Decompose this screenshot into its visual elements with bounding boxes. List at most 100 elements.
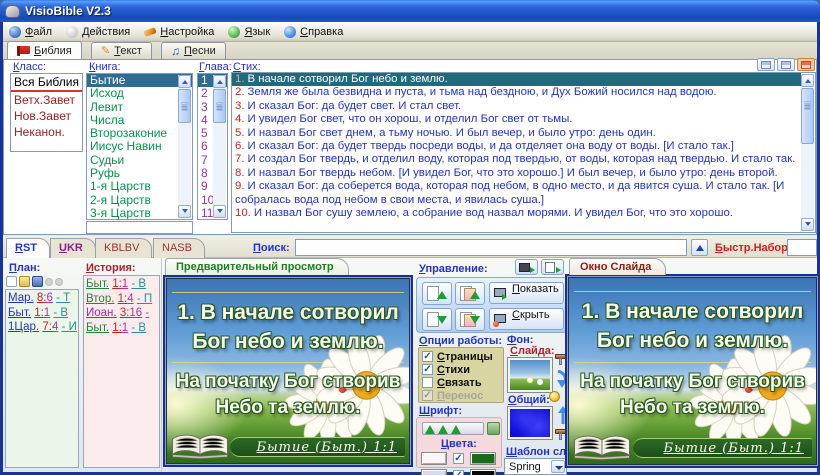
show-on-monitor-button[interactable] <box>515 259 538 275</box>
book-item[interactable]: Левит <box>87 101 192 114</box>
text-fill-swatch[interactable] <box>421 452 447 465</box>
title-bar[interactable]: VisioBible V2.3 <box>0 0 820 22</box>
menu-actions[interactable]: Действия <box>60 24 138 40</box>
scroll-up-icon[interactable] <box>178 75 191 88</box>
prev-verse-button[interactable] <box>455 282 485 305</box>
slide-template-select[interactable]: Spring <box>504 458 567 475</box>
scroll-thumb[interactable] <box>801 88 814 144</box>
option-pages[interactable]: ✓Страницы <box>422 350 503 363</box>
scroll-down-icon[interactable] <box>178 205 191 218</box>
font-increase-icon[interactable] <box>451 425 461 434</box>
hide-button[interactable]: Скрыть <box>489 308 564 330</box>
class-item[interactable]: Неканон. <box>11 124 82 140</box>
prev-page-button[interactable] <box>422 282 452 305</box>
book-item[interactable]: 1-я Царств <box>87 180 192 193</box>
book-item[interactable]: Второзаконие <box>87 127 192 140</box>
verse-item[interactable]: 4.И увидел Бог свет, что он хорош, и отд… <box>232 113 801 126</box>
class-item[interactable]: Вся Библия <box>11 74 82 92</box>
checkbox[interactable] <box>422 377 433 388</box>
font-increase-icon[interactable] <box>425 425 435 434</box>
shadow-color-swatch[interactable] <box>470 469 496 475</box>
option-link[interactable]: Связать <box>422 376 503 389</box>
history-item[interactable]: Иоан. 3:16 - <box>86 306 159 321</box>
new-plan-icon[interactable] <box>6 276 17 287</box>
verse-item[interactable]: 3.И сказал Бог: да будет свет. И стал св… <box>232 100 801 113</box>
scroll-up-icon[interactable] <box>213 75 226 88</box>
tab-songs[interactable]: ♫Песни <box>161 42 226 59</box>
slide-background-thumbnail[interactable] <box>507 357 553 393</box>
lightbulb-icon[interactable] <box>549 391 560 402</box>
scroll-up-icon[interactable] <box>801 74 814 87</box>
book-quick-input[interactable] <box>86 221 193 234</box>
save-plan-icon[interactable] <box>32 276 43 287</box>
plan-item[interactable]: Быт. 1:1 - В <box>8 306 78 321</box>
tab-bible[interactable]: Библия <box>7 41 82 59</box>
book-item[interactable]: Иисус Навин <box>87 140 192 153</box>
verse-item[interactable]: 10.И назвал Бог сушу землею, а собрание … <box>232 207 801 220</box>
book-item[interactable]: 2-я Царств <box>87 194 192 207</box>
tab-text[interactable]: ✎Текст <box>91 42 152 59</box>
verse-item[interactable]: 9.И сказал Бог: да соберется вода, котор… <box>232 180 801 207</box>
menu-help[interactable]: Справка <box>278 24 351 40</box>
plan-item[interactable]: 1Цар. 7:4 - И <box>8 320 78 335</box>
book-scrollbar[interactable] <box>178 75 191 218</box>
preview-tab[interactable]: Предварительный просмотр <box>165 258 349 275</box>
book-item[interactable]: Исход <box>87 87 192 100</box>
plan-item[interactable]: Мар. 8:6 - Т <box>8 291 78 306</box>
show-button[interactable]: Показать <box>489 282 564 304</box>
general-background-thumbnail[interactable] <box>507 406 553 440</box>
checkbox[interactable]: ✓ <box>422 351 433 362</box>
checkbox[interactable]: ✓ <box>453 453 464 464</box>
scroll-down-icon[interactable] <box>801 218 814 231</box>
menu-settings[interactable]: Настройка <box>138 24 222 40</box>
secondary-fill-swatch[interactable] <box>421 469 447 475</box>
search-up-button[interactable] <box>691 239 708 256</box>
translation-tab-rst[interactable]: RST <box>6 238 50 258</box>
search-input[interactable] <box>295 239 687 256</box>
verse-item[interactable]: 2.Земля же была безвидна и пуста, и тьма… <box>232 86 801 99</box>
outline-color-swatch[interactable] <box>470 452 496 465</box>
font-size-bar[interactable] <box>422 422 484 435</box>
font-increase-icon[interactable] <box>438 425 448 434</box>
open-plan-icon[interactable] <box>19 276 30 287</box>
translation-tab-nasb[interactable]: NASB <box>153 238 205 258</box>
book-item[interactable]: 3-я Царств <box>87 207 192 220</box>
slide-window-tab[interactable]: Окно Слайда <box>569 258 666 275</box>
checkbox[interactable]: ✓ <box>453 470 464 475</box>
scroll-thumb[interactable] <box>178 89 191 123</box>
translation-tab-kblbv[interactable]: KBLBV <box>95 238 152 258</box>
next-verse-button[interactable] <box>455 308 485 331</box>
verse-item[interactable]: 1.В начале сотворил Бог небо и землю. <box>232 73 801 86</box>
menu-language[interactable]: Язык <box>222 24 278 40</box>
history-item[interactable]: Быт. 1:1 - В <box>86 321 159 336</box>
send-page-button[interactable] <box>541 259 564 275</box>
view-single-button[interactable] <box>797 58 815 71</box>
next-page-button[interactable] <box>422 308 452 331</box>
quickset-input[interactable] <box>787 239 817 256</box>
view-split-button[interactable] <box>757 58 775 71</box>
dropdown-arrow-icon[interactable] <box>551 460 565 473</box>
book-item[interactable]: Числа <box>87 114 192 127</box>
history-item[interactable]: Быт. 1:1 - В <box>86 277 159 292</box>
book-item[interactable]: Судьи <box>87 154 192 167</box>
menu-file[interactable]: Файл <box>3 24 60 40</box>
verse-item[interactable]: 6.И сказал Бог: да будет твердь посреди … <box>232 140 801 153</box>
translation-tab-ukr[interactable]: UKR <box>50 238 96 258</box>
verse-item[interactable]: 7.И создал Бог твердь, и отделил воду, к… <box>232 153 801 166</box>
history-item[interactable]: Втор. 1:4 - П <box>86 292 159 307</box>
scroll-thumb[interactable] <box>213 89 226 123</box>
verse-item[interactable]: 5.И назвал Бог свет днем, а тьму ночью. … <box>232 127 801 140</box>
class-item[interactable]: Нов.Завет <box>11 108 82 124</box>
class-item[interactable]: Ветх.Завет <box>11 92 82 108</box>
scroll-down-icon[interactable] <box>213 205 226 218</box>
plan-label: План: <box>9 262 40 274</box>
verse-scrollbar[interactable] <box>801 74 814 231</box>
view-horizontal-button[interactable] <box>777 58 795 71</box>
book-item[interactable]: Руфь <box>87 167 192 180</box>
checkbox[interactable]: ✓ <box>422 364 433 375</box>
option-verses[interactable]: ✓Стихи <box>422 363 503 376</box>
book-item[interactable]: Бытие <box>87 74 192 87</box>
chapter-scrollbar[interactable] <box>213 75 226 218</box>
verse-item[interactable]: 8.И назвал Бог твердь небом. [И увидел Б… <box>232 167 801 180</box>
font-save-button[interactable] <box>487 422 500 435</box>
